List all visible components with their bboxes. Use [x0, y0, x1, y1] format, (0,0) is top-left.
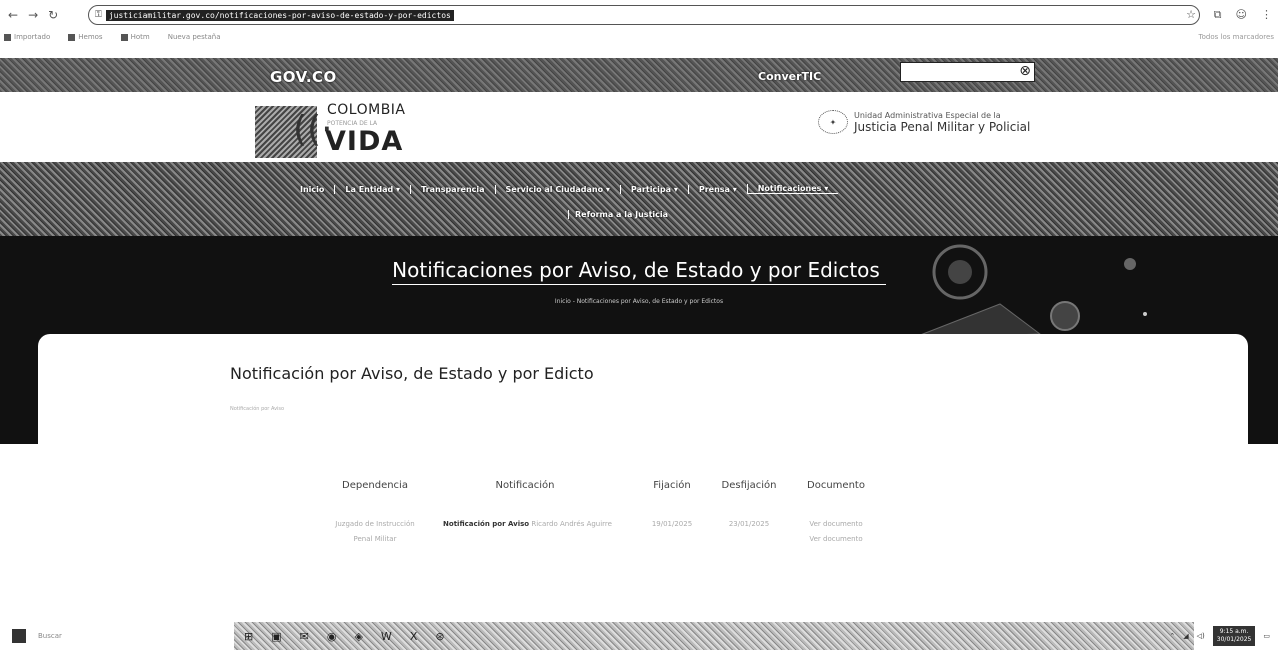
browser-nav: ← → ↻	[8, 8, 58, 22]
taskbar: Buscar ⊞ ▣ ✉ ◉ ◈ W X ⊛ ⌃ ◢ ◁) 9:15 a.m. …	[0, 618, 1278, 653]
all-bookmarks[interactable]: Todos los marcadores	[1199, 33, 1274, 41]
entity-line1: Unidad Administrativa Especial de la	[854, 110, 1001, 120]
network-icon[interactable]: ◢	[1183, 632, 1188, 640]
section-subtitle: Notificación por Aviso	[230, 406, 285, 412]
bookmark-item[interactable]: Hemos	[68, 33, 103, 41]
address-bar[interactable]: ⚿ justiciamilitar.gov.co/notificaciones-…	[88, 5, 1200, 25]
nav-item-reforma[interactable]: Reforma a la Justicia	[568, 210, 668, 219]
entity-line2: Justicia Penal Militar y Policial	[854, 119, 1031, 134]
bookmark-item[interactable]: Importado	[4, 33, 50, 41]
document-link[interactable]: Ver documento	[796, 532, 876, 547]
word-icon[interactable]: W	[381, 630, 392, 643]
bookmark-item[interactable]: Nueva pestaña	[168, 33, 221, 41]
taskbar-apps: ⊞ ▣ ✉ ◉ ◈ W X ⊛	[234, 622, 1194, 650]
section-title: Notificación por Aviso, de Estado y por …	[230, 364, 594, 383]
back-icon[interactable]: ←	[8, 8, 18, 22]
menu-icon[interactable]: ⋮	[1261, 8, 1272, 22]
seal-icon: ✦	[818, 110, 848, 134]
site-info-icon[interactable]: ⚿	[95, 10, 102, 20]
nav-item-inicio[interactable]: Inicio	[290, 185, 334, 194]
browser-actions: ⧉ ☺ ⋮	[1214, 8, 1272, 22]
forward-icon[interactable]: →	[28, 8, 38, 22]
site-icon	[68, 33, 76, 41]
folder-icon	[4, 33, 11, 41]
logo-colombia: COLOMBIA	[327, 102, 406, 118]
tray-chevron-icon[interactable]: ⌃	[1169, 632, 1175, 640]
taskbar-search[interactable]: Buscar	[38, 632, 62, 640]
chrome-icon[interactable]: ⊛	[435, 630, 444, 643]
mail-icon[interactable]: ✉	[300, 630, 309, 643]
nav-row: Inicio La Entidad ▾ Transparencia Servic…	[290, 184, 839, 194]
cell-dependencia: Juzgado de Instrucción Penal Militar	[335, 520, 415, 543]
cell-notificacion: Notificación por Aviso Ricardo Andrés Ag…	[440, 517, 615, 532]
search-icon[interactable]: ⊗	[1019, 63, 1031, 79]
profile-icon[interactable]: ☺	[1236, 8, 1247, 22]
clock[interactable]: 9:15 a.m. 30/01/2025	[1212, 626, 1256, 646]
nav-item-entidad[interactable]: La Entidad ▾	[334, 184, 410, 194]
col-header: Fijación	[653, 480, 691, 491]
nav-item-participa[interactable]: Participa ▾	[619, 184, 688, 194]
logo-vida: VIDA	[325, 126, 404, 157]
entity-logo[interactable]: ✦ Unidad Administrativa Especial de la J…	[818, 110, 1030, 134]
reload-icon[interactable]: ↻	[48, 8, 58, 22]
gov-bar: GOV.CO ConverTIC ⊗	[0, 58, 1278, 92]
browser-icon[interactable]: ◉	[327, 630, 337, 643]
main-nav: Inicio La Entidad ▾ Transparencia Servic…	[0, 162, 1278, 236]
volume-icon[interactable]: ◁)	[1197, 632, 1205, 640]
nav-item-notificaciones[interactable]: Notificaciones ▾	[746, 184, 839, 194]
cell-desfijacion: 23/01/2025	[728, 520, 770, 528]
bookmarks-bar: Importado Hemos Hotm Nueva pestaña Todos…	[4, 30, 1274, 44]
notifications-icon[interactable]: ▭	[1263, 632, 1270, 640]
col-header: Dependencia	[342, 480, 408, 491]
windows-start-icon[interactable]	[12, 629, 26, 643]
file-explorer-icon[interactable]: ▣	[271, 630, 281, 643]
excel-icon[interactable]: X	[410, 630, 418, 643]
extensions-icon[interactable]: ⧉	[1214, 8, 1222, 22]
col-header: Documento	[807, 480, 865, 491]
bookmark-star-icon[interactable]: ☆	[1186, 8, 1196, 21]
notification-type: Notificación por Aviso	[443, 520, 530, 528]
system-tray: ⌃ ◢ ◁) 9:15 a.m. 30/01/2025 ▭	[1169, 622, 1270, 650]
browser-chrome: ← → ↻ ⚿ justiciamilitar.gov.co/notificac…	[0, 0, 1278, 44]
content-card: Notificación por Aviso, de Estado y por …	[38, 334, 1248, 444]
notification-name: Ricardo Andrés Aguirre	[531, 520, 612, 528]
document-link[interactable]: Ver documento	[796, 517, 876, 532]
cell-documento: Ver documento Ver documento	[796, 517, 876, 547]
col-header: Notificación	[495, 480, 555, 491]
store-icon[interactable]: ◈	[354, 630, 362, 643]
site-header: ((· COLOMBIA POTENCIA DE LA VIDA ✦ Unida…	[0, 92, 1278, 162]
url-text[interactable]: justiciamilitar.gov.co/notificaciones-po…	[105, 9, 454, 21]
gov-search-input[interactable]: ⊗	[900, 62, 1035, 82]
govco-logo[interactable]: GOV.CO	[270, 68, 337, 86]
cell-fijacion: 19/01/2025	[651, 520, 693, 528]
convertic-link[interactable]: ConverTIC	[758, 70, 821, 83]
nav-item-prensa[interactable]: Prensa ▾	[687, 184, 747, 194]
nav-item-servicio[interactable]: Servicio al Ciudadano ▾	[494, 184, 620, 194]
breadcrumb[interactable]: Inicio - Notificaciones por Aviso, de Es…	[0, 298, 1278, 305]
task-view-icon[interactable]: ⊞	[244, 630, 253, 643]
colombia-vida-logo[interactable]: ((· COLOMBIA POTENCIA DE LA VIDA	[255, 98, 455, 158]
col-header: Desfijación	[721, 480, 777, 491]
bookmark-item[interactable]: Hotm	[120, 33, 150, 41]
nav-item-transparencia[interactable]: Transparencia	[410, 184, 494, 194]
page-title: Notificaciones por Aviso, de Estado y po…	[0, 258, 1278, 285]
site-icon	[120, 33, 128, 41]
